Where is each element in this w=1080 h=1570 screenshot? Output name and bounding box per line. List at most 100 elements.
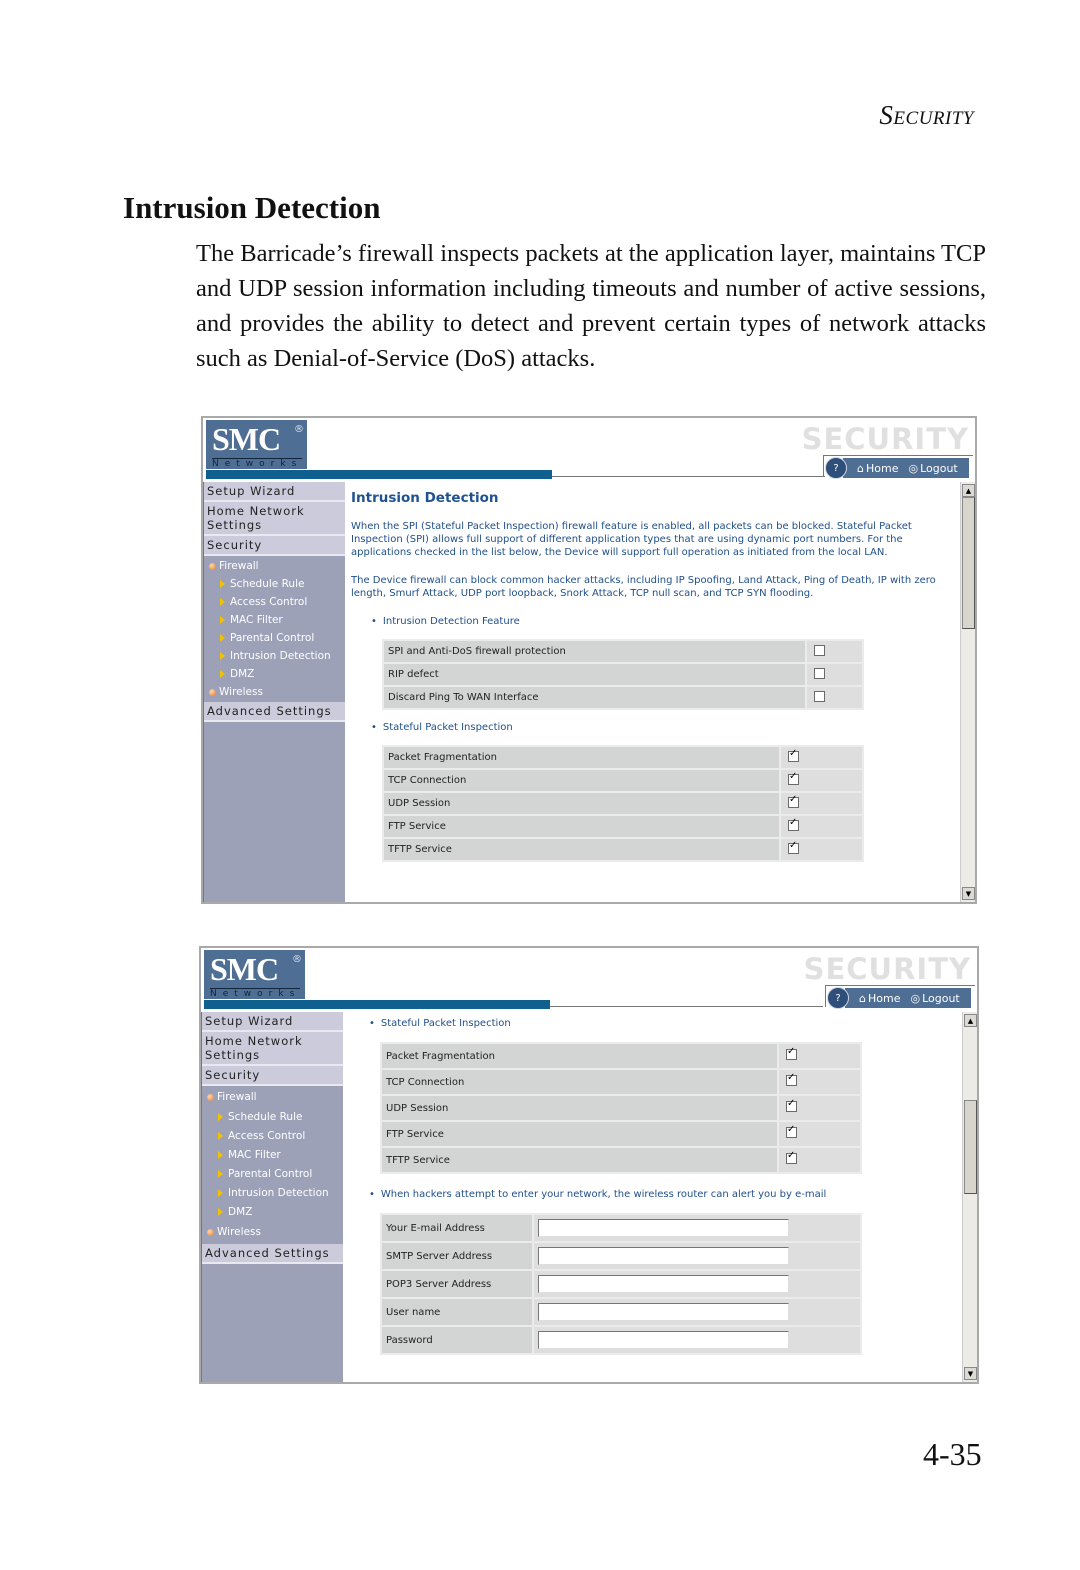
sidebar-item-schedule-rule[interactable]: Schedule Rule	[204, 575, 345, 593]
ftp-service-checkbox[interactable]	[786, 1124, 797, 1138]
rip-defect-checkbox[interactable]	[814, 667, 825, 679]
arrow-icon	[220, 634, 225, 642]
scroll-down-icon[interactable]: ▼	[964, 1367, 977, 1380]
tcp-connection-checkbox[interactable]	[786, 1072, 797, 1086]
spi-table: Packet Fragmentation TCP Connection UDP …	[382, 745, 864, 862]
sidebar-item-access-control[interactable]: Access Control	[202, 1126, 343, 1145]
logout-link[interactable]: ◎ Logout	[908, 462, 957, 475]
table-row: Discard Ping To WAN Interface	[384, 687, 862, 708]
running-head: Security	[879, 100, 974, 130]
home-link[interactable]: ⌂ Home	[857, 462, 898, 475]
password-input[interactable]	[538, 1331, 789, 1349]
sidebar-item-dmz[interactable]: DMZ	[202, 1202, 343, 1221]
bullet-icon	[209, 688, 216, 696]
section-watermark: SECURITY	[801, 422, 969, 456]
udp-session-checkbox[interactable]	[788, 794, 799, 808]
home-icon: ⌂	[859, 991, 866, 1005]
sidebar-item-parental-control[interactable]: Parental Control	[204, 629, 345, 647]
tftp-service-checkbox[interactable]	[788, 840, 799, 854]
table-row: SPI and Anti-DoS firewall protection	[384, 641, 862, 662]
page-title: Intrusion Detection	[351, 490, 499, 506]
sidebar-item-security[interactable]: Security	[202, 1066, 343, 1086]
scroll-thumb[interactable]	[962, 497, 975, 629]
email-alert-table: Your E-mail Address SMTP Server Address …	[380, 1213, 862, 1355]
sidebar-item-advanced-settings[interactable]: Advanced Settings	[204, 702, 345, 722]
scroll-up-icon[interactable]: ▲	[964, 1014, 977, 1027]
table-row: TFTP Service	[382, 1148, 860, 1172]
sidebar-item-wireless[interactable]: Wireless	[202, 1221, 343, 1243]
table-row: RIP defect	[384, 664, 862, 685]
bullet-icon	[209, 562, 216, 570]
pop3-server-input[interactable]	[538, 1275, 789, 1293]
sidebar-item-setup-wizard[interactable]: Setup Wizard	[204, 482, 345, 502]
attack-description: The Device firewall can block common hac…	[351, 575, 936, 599]
header-bar	[204, 1000, 550, 1009]
feature-heading: Intrusion Detection Feature	[371, 616, 953, 627]
sidebar-item-intrusion-detection[interactable]: Intrusion Detection	[204, 647, 345, 665]
sidebar-item-home-network[interactable]: Home Network Settings	[204, 502, 345, 536]
spi-description: When the SPI (Stateful Packet Inspection…	[351, 521, 912, 558]
table-row: UDP Session	[384, 793, 862, 814]
smtp-server-input[interactable]	[538, 1247, 789, 1265]
sidebar-item-security[interactable]: Security	[204, 536, 345, 556]
sidebar-item-access-control[interactable]: Access Control	[204, 593, 345, 611]
arrow-icon	[220, 670, 225, 678]
vertical-scrollbar[interactable]: ▲ ▼	[960, 482, 975, 902]
sidebar-item-firewall[interactable]: Firewall	[202, 1087, 343, 1107]
intro-paragraph: The Barricade’s firewall inspects packet…	[196, 240, 986, 372]
username-input[interactable]	[538, 1303, 789, 1321]
spi-heading: Stateful Packet Inspection	[369, 1018, 955, 1029]
sidebar-item-mac-filter[interactable]: MAC Filter	[204, 611, 345, 629]
top-nav: ? ⌂ Home ◎ Logout	[825, 457, 969, 479]
sidebar-item-intrusion-detection[interactable]: Intrusion Detection	[202, 1183, 343, 1202]
logout-icon: ◎	[910, 991, 921, 1005]
smc-logo: SMC ® Networks	[204, 950, 305, 999]
sidebar-item-mac-filter[interactable]: MAC Filter	[202, 1145, 343, 1164]
arrow-icon	[218, 1131, 223, 1140]
feature-table: SPI and Anti-DoS firewall protection RIP…	[382, 639, 864, 710]
section-title: Intrusion Detection	[123, 190, 381, 225]
bullet-icon	[207, 1228, 214, 1236]
sidebar-item-home-network[interactable]: Home Network Settings	[202, 1032, 343, 1066]
table-row: Packet Fragmentation	[382, 1044, 860, 1068]
scroll-thumb[interactable]	[964, 1100, 977, 1194]
arrow-icon	[220, 652, 225, 660]
udp-session-checkbox[interactable]	[786, 1098, 797, 1112]
home-link[interactable]: ⌂ Home	[859, 992, 900, 1005]
sidebar: Setup Wizard Home Network Settings Secur…	[203, 482, 345, 902]
sidebar-item-dmz[interactable]: DMZ	[204, 665, 345, 683]
page-number: 4-35	[923, 1436, 982, 1472]
scroll-down-icon[interactable]: ▼	[962, 887, 975, 900]
smc-logo: SMC ® Networks	[206, 420, 307, 469]
top-nav: ? ⌂ Home ◎ Logout	[827, 987, 971, 1009]
home-icon: ⌂	[857, 461, 864, 475]
tcp-connection-checkbox[interactable]	[788, 771, 799, 785]
email-address-input[interactable]	[538, 1219, 789, 1237]
sidebar-item-advanced-settings[interactable]: Advanced Settings	[202, 1244, 343, 1264]
logout-link[interactable]: ◎ Logout	[910, 992, 959, 1005]
ftp-service-checkbox[interactable]	[788, 817, 799, 831]
scroll-up-icon[interactable]: ▲	[962, 484, 975, 497]
table-row: POP3 Server Address	[382, 1271, 860, 1297]
discard-ping-checkbox[interactable]	[814, 690, 825, 702]
screenshot-intrusion-detection-bottom: SMC ® Networks SECURITY ? ⌂ Home ◎ Logout …	[199, 946, 979, 1384]
vertical-scrollbar[interactable]: ▲ ▼	[962, 1012, 977, 1382]
spi-table: Packet Fragmentation TCP Connection UDP …	[380, 1042, 862, 1174]
sidebar-item-firewall[interactable]: Firewall	[204, 557, 345, 575]
sidebar-item-parental-control[interactable]: Parental Control	[202, 1164, 343, 1183]
sidebar-item-setup-wizard[interactable]: Setup Wizard	[202, 1012, 343, 1032]
main-content: Intrusion Detection When the SPI (Statef…	[351, 482, 953, 902]
help-icon[interactable]: ?	[827, 987, 849, 1009]
packet-fragmentation-checkbox[interactable]	[788, 748, 799, 762]
arrow-icon	[218, 1150, 223, 1159]
packet-fragmentation-checkbox[interactable]	[786, 1046, 797, 1060]
spi-antidos-checkbox[interactable]	[814, 644, 825, 656]
sidebar-item-schedule-rule[interactable]: Schedule Rule	[202, 1107, 343, 1126]
table-row: SMTP Server Address	[382, 1243, 860, 1269]
table-row: Your E-mail Address	[382, 1215, 860, 1241]
help-icon[interactable]: ?	[825, 457, 847, 479]
sidebar-item-wireless[interactable]: Wireless	[204, 683, 345, 701]
arrow-icon	[218, 1112, 223, 1121]
tftp-service-checkbox[interactable]	[786, 1150, 797, 1164]
arrow-icon	[218, 1207, 223, 1216]
